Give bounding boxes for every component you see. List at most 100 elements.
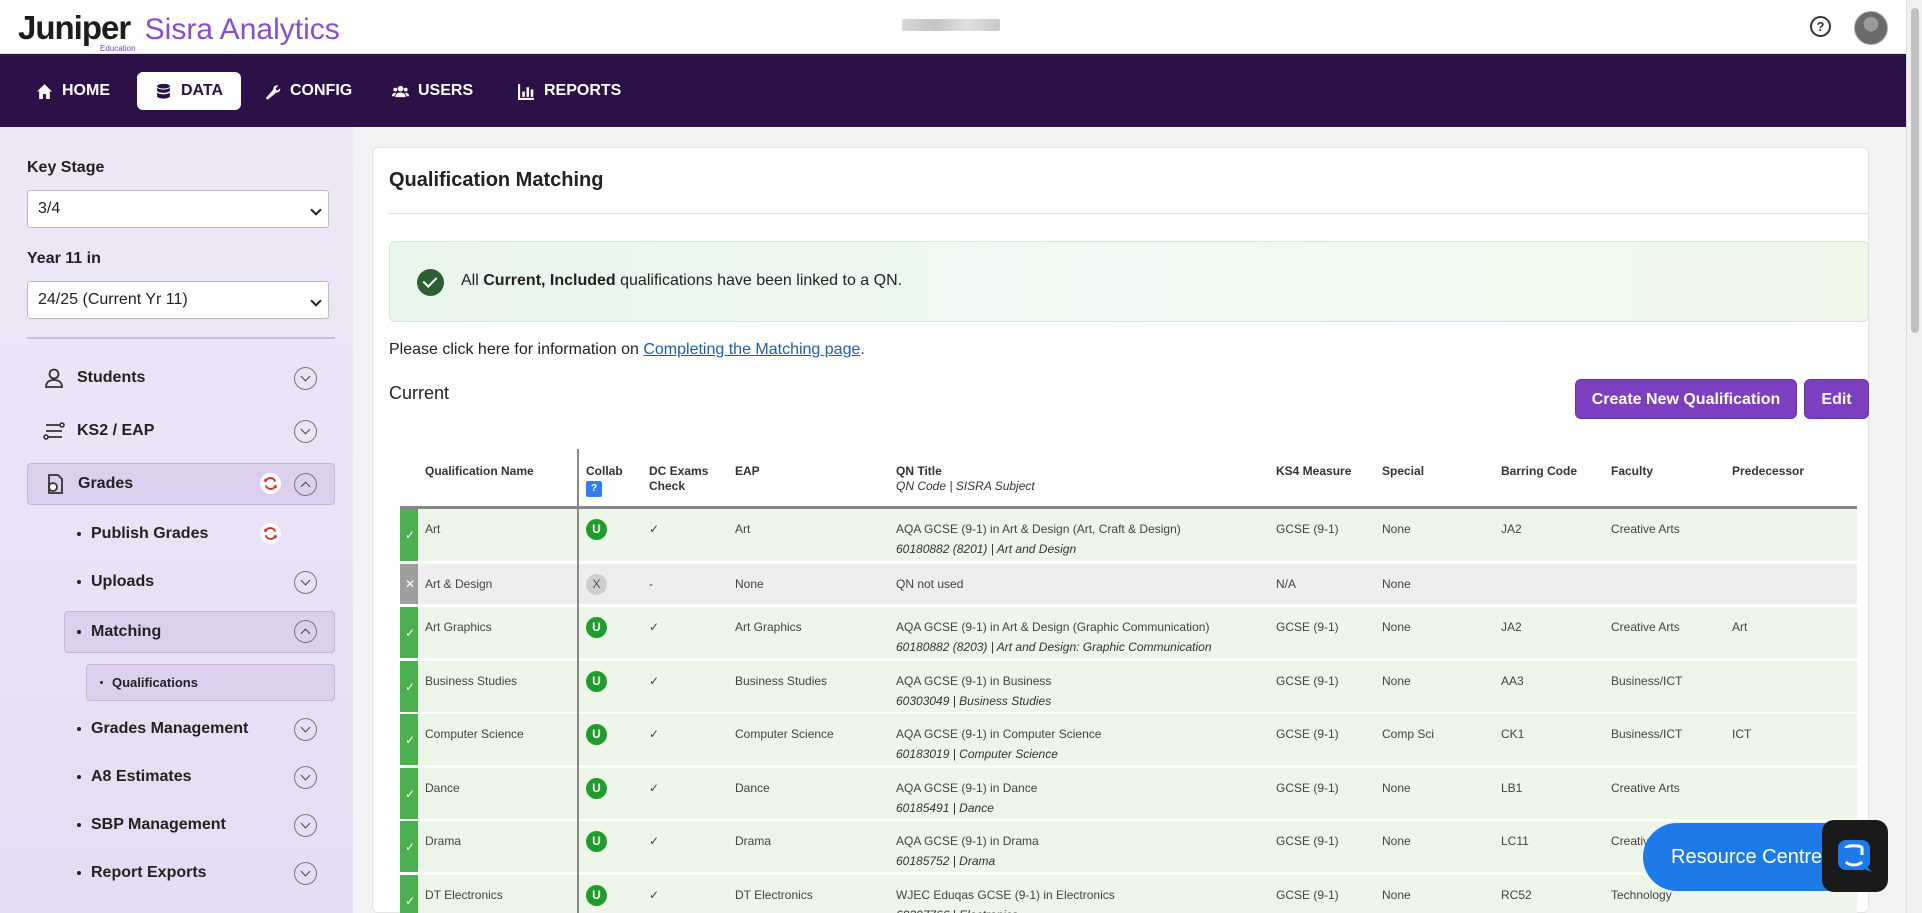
nav-users[interactable]: USERS — [374, 72, 491, 110]
help-icon[interactable]: ? — [586, 481, 602, 497]
col-header-eap[interactable]: EAP — [735, 464, 760, 479]
table-row[interactable]: ✓ U Art ✓ Art AQA GCSE (9-1) in Art & Design … — [400, 509, 1857, 561]
sidebar-item-grades[interactable]: Grades — [27, 463, 335, 505]
chevron-up-icon[interactable] — [294, 620, 317, 643]
cell-special: None — [1382, 522, 1411, 536]
row-status-linked: ✓ — [400, 768, 418, 819]
sidebar-item-students[interactable]: Students — [41, 357, 335, 399]
sidebar-item-label: Grades — [78, 475, 134, 492]
col-header-faculty[interactable]: Faculty — [1611, 464, 1653, 479]
col-header-qn-sub: QN Code | SISRA Subject — [896, 479, 1035, 493]
collab-badge[interactable]: X — [586, 574, 607, 595]
page-scrollbar[interactable] — [1906, 0, 1922, 913]
blurred-school-name — [902, 19, 1000, 31]
bullet-icon — [77, 871, 81, 875]
close-icon: ✕ — [405, 577, 416, 591]
col-header-name[interactable]: Qualification Name — [425, 464, 534, 479]
col-header-dc-line2: Check — [649, 479, 686, 493]
col-header-ks4[interactable]: KS4 Measure — [1276, 464, 1351, 479]
table-row[interactable]: ✓ U Art Graphics ✓ Art Graphics AQA GCSE (9-1… — [400, 607, 1857, 658]
sidebar-divider — [27, 337, 335, 339]
cell-eap: Art Graphics — [735, 620, 802, 634]
sidebar-item-publish-grades[interactable]: Publish Grades — [77, 513, 335, 555]
col-header-special[interactable]: Special — [1382, 464, 1424, 479]
avatar[interactable] — [1854, 11, 1888, 45]
chevron-down-icon[interactable] — [294, 571, 317, 594]
col-header-dc-exams[interactable]: DC Exams Check — [649, 464, 708, 494]
cell-special: None — [1382, 577, 1411, 591]
table-row[interactable]: ✓ U Drama ✓ Drama AQA GCSE (9-1) in Drama 6018… — [400, 821, 1857, 872]
nav-config[interactable]: CONFIG — [246, 72, 370, 110]
chevron-down-icon — [310, 295, 322, 307]
col-header-qn-title[interactable]: QN Title QN Code | SISRA Subject — [896, 464, 1035, 494]
chevron-down-icon[interactable] — [294, 766, 317, 789]
cell-faculty: Creative Arts — [1611, 620, 1680, 634]
collab-badge[interactable]: U — [586, 519, 607, 540]
alert-suffix: qualifications have been linked to a QN. — [615, 272, 903, 289]
collab-badge[interactable]: U — [586, 885, 607, 906]
chevron-down-icon[interactable] — [294, 367, 317, 390]
table-row[interactable]: ✓ U Business Studies ✓ Business Studies AQA G… — [400, 661, 1857, 712]
cell-dc: ✓ — [649, 888, 660, 902]
cell-barring: CK1 — [1501, 727, 1525, 741]
col-header-collab[interactable]: Collab ? — [586, 464, 623, 497]
nav-reports[interactable]: REPORTS — [500, 72, 639, 110]
table-row[interactable]: ✕ X Art & Design - None QN not used N/A None — [400, 564, 1857, 604]
table-row[interactable]: ✓ U Computer Science ✓ Computer Science AQA G… — [400, 714, 1857, 765]
create-qualification-button[interactable]: Create New Qualification — [1575, 379, 1797, 419]
chevron-down-icon[interactable] — [294, 814, 317, 837]
chevron-down-icon[interactable] — [294, 862, 317, 885]
sync-icon — [260, 523, 281, 544]
collab-badge[interactable]: U — [586, 617, 607, 638]
chevron-down-icon[interactable] — [294, 718, 317, 741]
cell-barring: AA3 — [1501, 674, 1524, 688]
col-header-barring[interactable]: Barring Code — [1501, 464, 1577, 479]
cell-name: DT Electronics — [425, 888, 503, 902]
bullet-icon — [77, 532, 81, 536]
collab-badge[interactable]: U — [586, 724, 607, 745]
table-row[interactable]: ✓ U DT Electronics ✓ DT Electronics WJEC Eduq… — [400, 875, 1857, 913]
chevron-up-icon[interactable] — [294, 473, 317, 496]
table-row[interactable]: ✓ U Dance ✓ Dance AQA GCSE (9-1) in Dance 6018… — [400, 768, 1857, 819]
cell-faculty: Creative Arts — [1611, 781, 1680, 795]
cell-eap: Drama — [735, 834, 772, 848]
row-status-linked: ✓ — [400, 821, 418, 872]
cell-ks4: GCSE (9-1) — [1276, 674, 1339, 688]
sidebar-item-label: Grades Management — [91, 720, 249, 737]
chevron-down-icon[interactable] — [294, 420, 317, 443]
app-logo[interactable]: Juniper Education Sisra Analytics — [18, 9, 340, 53]
cell-ks4: GCSE (9-1) — [1276, 834, 1339, 848]
key-stage-select[interactable]: 3/4 — [27, 190, 329, 228]
help-icon[interactable]: ? — [1810, 16, 1831, 37]
chart-icon — [518, 83, 534, 100]
bullet-icon — [77, 727, 81, 731]
nav-data-label: DATA — [181, 82, 224, 99]
nav-home[interactable]: HOME — [18, 72, 128, 110]
col-header-predecessor[interactable]: Predecessor — [1732, 464, 1804, 479]
sidebar-item-qualifications[interactable]: Qualifications — [86, 664, 335, 701]
collab-badge[interactable]: U — [586, 671, 607, 692]
cell-special: None — [1382, 888, 1411, 902]
sidebar-item-ks2[interactable]: KS2 / EAP — [41, 410, 335, 452]
cell-dc: ✓ — [649, 620, 660, 634]
info-line: Please click here for information on Com… — [389, 341, 865, 359]
chat-support-icon[interactable] — [1822, 820, 1888, 892]
nav-config-label: CONFIG — [290, 82, 353, 99]
edit-button[interactable]: Edit — [1804, 379, 1869, 419]
matching-help-link[interactable]: Completing the Matching page — [643, 341, 860, 358]
check-circle-icon — [417, 269, 444, 296]
scrollbar-thumb[interactable] — [1911, 8, 1919, 333]
section-title: Current — [389, 383, 450, 403]
alert-prefix: All — [461, 272, 484, 289]
nav-data[interactable]: DATA — [137, 72, 242, 110]
cell-faculty: Business/ICT — [1611, 727, 1683, 741]
year-select[interactable]: 24/25 (Current Yr 11) — [27, 281, 329, 319]
sidebar-item-label: KS2 / EAP — [77, 422, 155, 439]
year-label: Year 11 in — [27, 250, 101, 267]
database-icon — [157, 83, 170, 99]
collab-badge[interactable]: U — [586, 831, 607, 852]
collab-badge[interactable]: U — [586, 778, 607, 799]
cell-name: Drama — [425, 834, 462, 848]
row-status-linked: ✓ — [400, 714, 418, 765]
qn-title: AQA GCSE (9-1) in Art & Design (Graphic … — [896, 620, 1210, 634]
